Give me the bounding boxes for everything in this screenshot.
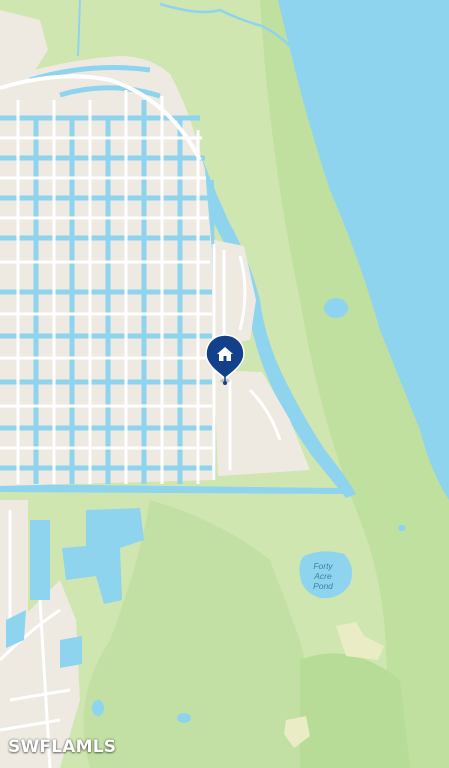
lake: [30, 520, 50, 600]
small-pond: [324, 298, 348, 318]
pond-label-line: Pond: [313, 581, 333, 591]
pond-label-line: Forty: [313, 561, 333, 571]
map-canvas[interactable]: Forty Acre Pond SWFLAMLS: [0, 0, 449, 768]
pond-label: Forty Acre Pond: [300, 561, 346, 591]
small-pond: [177, 713, 191, 723]
pond-label-line: Acre: [314, 571, 332, 581]
map-pin-icon: [205, 334, 245, 385]
lake: [60, 636, 82, 668]
property-marker[interactable]: [204, 333, 246, 389]
watermark-logo: SWFLAMLS: [8, 737, 117, 757]
small-pond: [92, 700, 104, 716]
small-pond: [398, 525, 406, 531]
